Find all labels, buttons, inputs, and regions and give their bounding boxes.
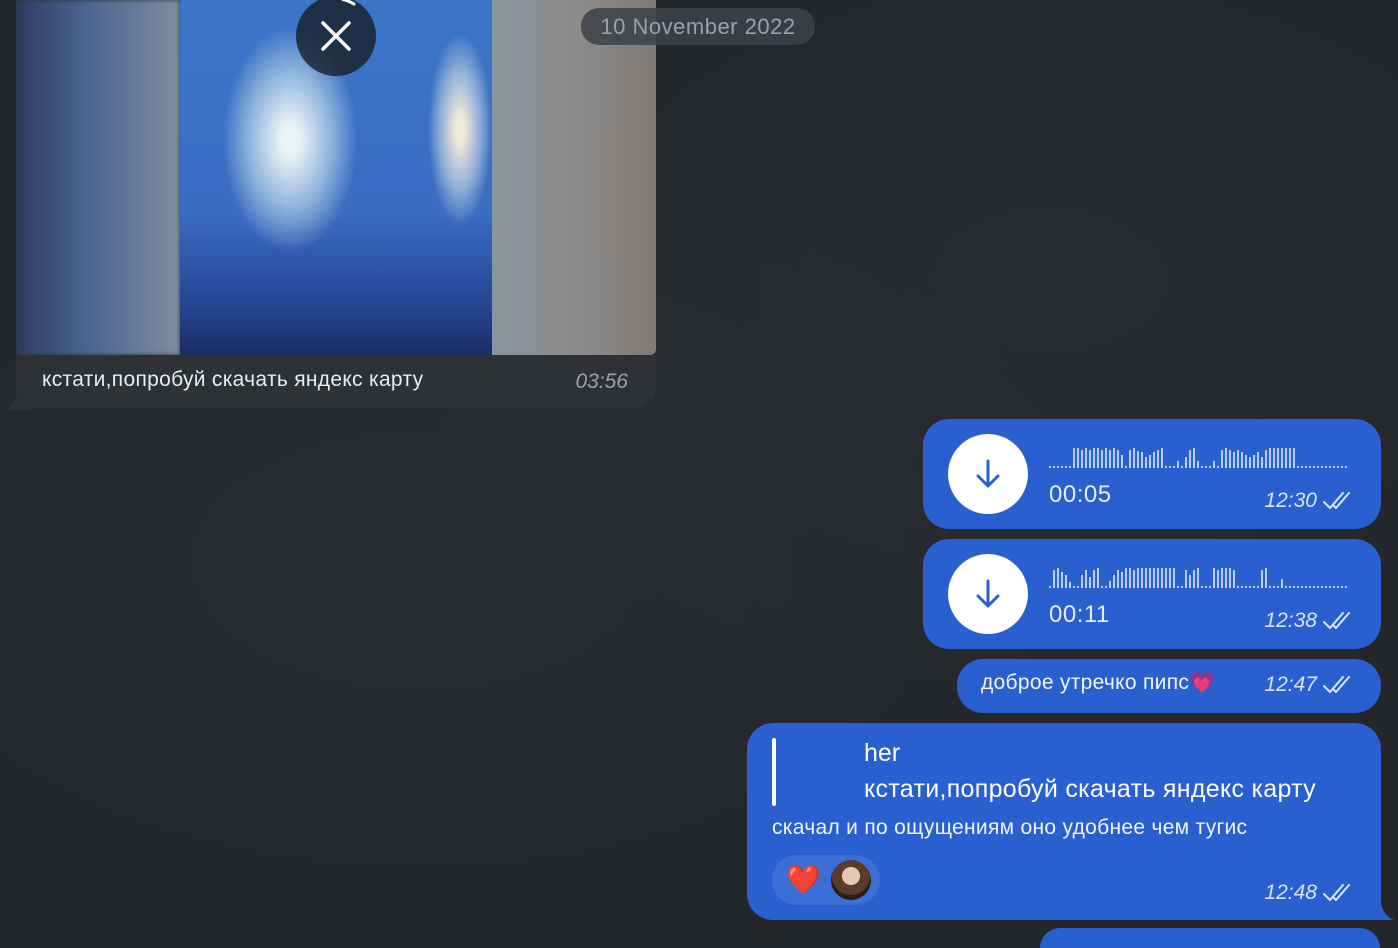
double-check-icon bbox=[1323, 491, 1353, 511]
voice-waveform bbox=[1049, 568, 1347, 588]
double-check-icon bbox=[1323, 611, 1353, 631]
message-text: доброе утречко пипс💗 bbox=[981, 671, 1216, 694]
message-meta: 12:48 bbox=[1264, 881, 1353, 905]
reaction-chip[interactable]: ❤️ bbox=[772, 855, 880, 905]
message-time: 12:30 bbox=[1264, 489, 1317, 512]
voice-waveform bbox=[1049, 448, 1347, 468]
download-voice-button[interactable] bbox=[948, 434, 1028, 514]
download-arrow-icon bbox=[976, 459, 1000, 488]
message-meta: 12:30 bbox=[1264, 489, 1353, 513]
heart-reaction-icon: ❤️ bbox=[786, 864, 821, 895]
incoming-bubble-tail bbox=[4, 388, 34, 410]
voice-message[interactable]: 00:05 12:30 bbox=[923, 419, 1381, 529]
outgoing-bubble-tail bbox=[1370, 898, 1394, 920]
date-separator: 10 November 2022 bbox=[581, 8, 815, 45]
incoming-media-message[interactable]: кстати,попробуй скачать яндекс карту 03:… bbox=[16, 0, 656, 408]
message-time: 12:38 bbox=[1264, 609, 1317, 632]
message-text: скачал и по ощущениям оно удобнее чем ту… bbox=[772, 816, 1248, 839]
download-progress-ring bbox=[341, 0, 356, 6]
reply-message[interactable]: her кстати,попробуй скачать яндекс карту… bbox=[747, 723, 1381, 920]
voice-duration: 00:11 bbox=[1049, 601, 1110, 628]
message-time: 12:48 bbox=[1264, 881, 1317, 904]
reply-quote-bar bbox=[772, 738, 776, 806]
message-meta: 12:38 bbox=[1264, 609, 1353, 633]
reply-author[interactable]: her bbox=[864, 739, 900, 768]
message-meta: 12:47 bbox=[1264, 673, 1353, 697]
double-check-icon bbox=[1323, 675, 1353, 695]
text-message[interactable]: доброе утречко пипс💗 12:47 bbox=[957, 659, 1381, 713]
next-message-partial[interactable] bbox=[1040, 928, 1380, 948]
message-caption: кстати,попробуй скачать яндекс карту bbox=[42, 368, 424, 391]
message-time: 03:56 bbox=[575, 370, 628, 393]
avatar bbox=[830, 860, 871, 900]
voice-message[interactable]: 00:11 12:38 bbox=[923, 539, 1381, 649]
reply-quoted-text[interactable]: кстати,попробуй скачать яндекс карту bbox=[864, 775, 1316, 804]
message-time: 12:47 bbox=[1264, 673, 1317, 696]
download-arrow-icon bbox=[976, 579, 1000, 608]
voice-duration: 00:05 bbox=[1049, 481, 1112, 508]
double-check-icon bbox=[1323, 883, 1353, 903]
download-voice-button[interactable] bbox=[948, 554, 1028, 634]
